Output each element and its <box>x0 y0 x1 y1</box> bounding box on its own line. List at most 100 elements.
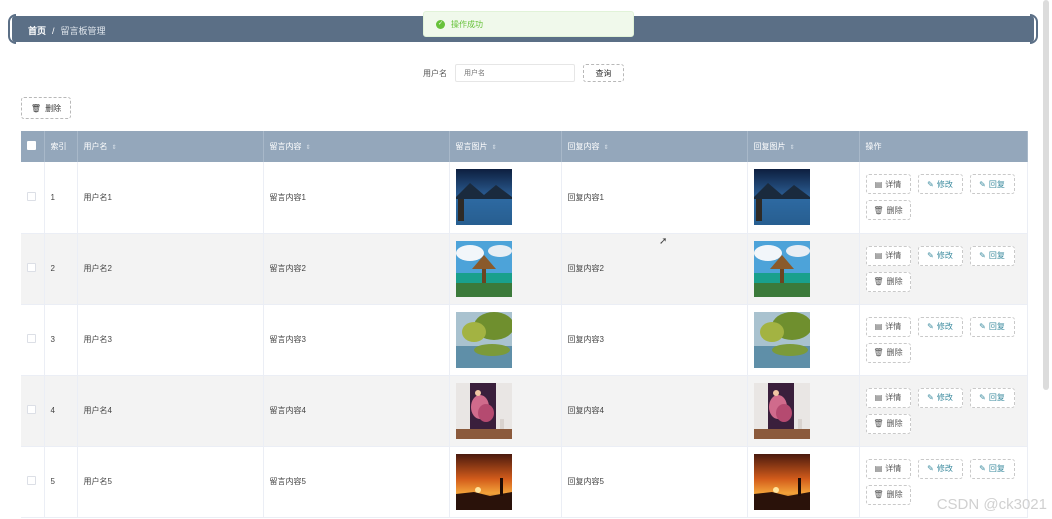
breadcrumb-current: 留言板管理 <box>60 26 106 36</box>
message-image[interactable] <box>455 240 561 297</box>
sort-icon[interactable]: ⇕ <box>112 145 117 151</box>
batch-delete-button[interactable]: 🗑 删除 <box>21 97 71 119</box>
edit-button[interactable]: ✎ 修改 <box>917 458 963 479</box>
cell-content: 留言内容3 <box>263 304 450 375</box>
detail-button[interactable]: ▤ 详情 <box>865 387 911 408</box>
search-input[interactable] <box>455 64 575 82</box>
message-image[interactable] <box>455 453 561 510</box>
cell-reply-image <box>747 233 860 304</box>
sort-icon[interactable]: ⇕ <box>306 145 311 151</box>
trash-icon: 🗑 <box>873 490 884 499</box>
search-button[interactable]: 查询 <box>583 64 624 82</box>
watermark: CSDN @ck3021 <box>936 496 1047 513</box>
detail-icon: ▤ <box>874 393 883 402</box>
breadcrumb-separator: / <box>52 25 55 36</box>
cell-ops: ▤ 详情 ✎ 修改 ✎ 回复 🗑 删除 <box>859 162 1028 233</box>
edit-icon: ✎ <box>927 179 934 189</box>
edit-button[interactable]: ✎ 修改 <box>917 174 963 195</box>
cell-index: 3 <box>44 304 78 375</box>
row-checkbox[interactable] <box>27 476 36 485</box>
page-scrollbar[interactable] <box>1043 0 1049 390</box>
cell-reply-image <box>747 304 860 375</box>
reply-image[interactable] <box>753 169 859 226</box>
reply-button[interactable]: ✎ 回复 <box>969 174 1015 195</box>
header-content[interactable]: 留言内容 ⇕ <box>263 131 450 162</box>
edit-button[interactable]: ✎ 修改 <box>917 387 963 408</box>
cell-reply: 回复内容5 <box>561 446 748 517</box>
detail-icon: ▤ <box>874 322 883 331</box>
cell-reply-image <box>747 162 860 233</box>
header-image[interactable]: 留言图片 ⇕ <box>449 131 562 162</box>
reply-image[interactable] <box>753 311 859 368</box>
reply-button[interactable]: ✎ 回复 <box>969 245 1015 266</box>
row-checkbox[interactable] <box>27 334 36 343</box>
cell-index: 2 <box>44 233 78 304</box>
row-actions: ▤ 详情 ✎ 修改 ✎ 回复 🗑 删除 <box>865 387 1016 434</box>
reply-icon: ✎ <box>979 322 986 331</box>
message-image[interactable] <box>455 382 561 439</box>
cell-username: 用户名5 <box>77 446 264 517</box>
mouse-cursor-icon: ➚ <box>659 236 668 247</box>
header-reply[interactable]: 回复内容 ⇕ <box>561 131 748 162</box>
row-checkbox[interactable] <box>27 191 36 201</box>
reply-icon: ✎ <box>979 179 986 189</box>
cell-reply: 回复内容3 <box>561 304 748 375</box>
cell-username: 用户名3 <box>77 304 264 375</box>
table-row: 5 用户名5 留言内容5 回复内容5 ▤ 详情 ✎ 修改 ✎ 回复 🗑 删除 <box>21 446 1028 517</box>
delete-button[interactable]: 🗑 删除 <box>865 342 911 363</box>
cell-content: 留言内容1 <box>263 162 450 233</box>
reply-button[interactable]: ✎ 回复 <box>969 387 1015 408</box>
detail-button[interactable]: ▤ 详情 <box>865 174 911 195</box>
edit-button[interactable]: ✎ 修改 <box>917 245 963 266</box>
search-form: 用户名 查询 <box>423 64 624 82</box>
sort-icon[interactable]: ⇕ <box>492 145 497 151</box>
delete-button[interactable]: 🗑 删除 <box>865 271 911 292</box>
sort-icon[interactable]: ⇕ <box>790 145 795 151</box>
header-username[interactable]: 用户名 ⇕ <box>77 131 264 162</box>
cell-index: 1 <box>44 162 78 233</box>
cell-reply: 回复内容4 <box>561 375 748 446</box>
success-toast: ✓ 操作成功 <box>423 11 634 37</box>
cell-ops: ▤ 详情 ✎ 修改 ✎ 回复 🗑 删除 <box>859 375 1028 446</box>
row-checkbox[interactable] <box>27 263 36 272</box>
detail-icon: ▤ <box>874 464 883 473</box>
cell-reply: 回复内容2 <box>561 233 748 304</box>
trash-icon: 🗑 <box>30 103 42 113</box>
cell-image <box>449 446 562 517</box>
table-row: 4 用户名4 留言内容4 回复内容4 ▤ 详情 ✎ 修改 ✎ 回复 🗑 删除 <box>21 375 1028 446</box>
batch-delete-label: 删除 <box>45 103 62 113</box>
reply-button[interactable]: ✎ 回复 <box>969 458 1015 479</box>
search-label: 用户名 <box>423 68 447 78</box>
detail-button[interactable]: ▤ 详情 <box>865 458 911 479</box>
table-row: 3 用户名3 留言内容3 回复内容3 ▤ 详情 ✎ 修改 ✎ 回复 🗑 删除 <box>21 304 1028 375</box>
cell-username: 用户名4 <box>77 375 264 446</box>
reply-icon: ✎ <box>979 251 986 260</box>
breadcrumb: 首页 / 留言板管理 <box>28 24 106 37</box>
reply-button[interactable]: ✎ 回复 <box>969 316 1015 337</box>
message-image[interactable] <box>455 311 561 368</box>
row-actions: ▤ 详情 ✎ 修改 ✎ 回复 🗑 删除 <box>865 245 1016 292</box>
detail-button[interactable]: ▤ 详情 <box>865 316 911 337</box>
trash-icon: 🗑 <box>873 419 884 428</box>
detail-button[interactable]: ▤ 详情 <box>865 245 911 266</box>
select-all-checkbox[interactable] <box>27 141 36 150</box>
cell-reply-image <box>747 375 860 446</box>
check-circle-icon: ✓ <box>436 19 445 29</box>
table-row: 1 用户名1 留言内容1 回复内容1 ▤ 详情 ✎ 修改 ✎ 回复 🗑 删除 <box>21 162 1028 233</box>
reply-image[interactable] <box>753 453 859 510</box>
cell-ops: ▤ 详情 ✎ 修改 ✎ 回复 🗑 删除 <box>859 233 1028 304</box>
edit-button[interactable]: ✎ 修改 <box>917 316 963 337</box>
reply-image[interactable] <box>753 382 859 439</box>
message-image[interactable] <box>455 169 561 226</box>
delete-button[interactable]: 🗑 删除 <box>865 200 911 221</box>
sort-icon[interactable]: ⇕ <box>604 145 609 151</box>
delete-button[interactable]: 🗑 删除 <box>865 484 911 505</box>
cell-ops: ▤ 详情 ✎ 修改 ✎ 回复 🗑 删除 <box>859 304 1028 375</box>
row-select-cell <box>21 162 45 233</box>
header-reply-image[interactable]: 回复图片 ⇕ <box>747 131 860 162</box>
breadcrumb-home[interactable]: 首页 <box>28 24 46 37</box>
row-checkbox[interactable] <box>27 405 36 414</box>
cell-content: 留言内容2 <box>263 233 450 304</box>
reply-image[interactable] <box>753 240 859 297</box>
delete-button[interactable]: 🗑 删除 <box>865 413 911 434</box>
